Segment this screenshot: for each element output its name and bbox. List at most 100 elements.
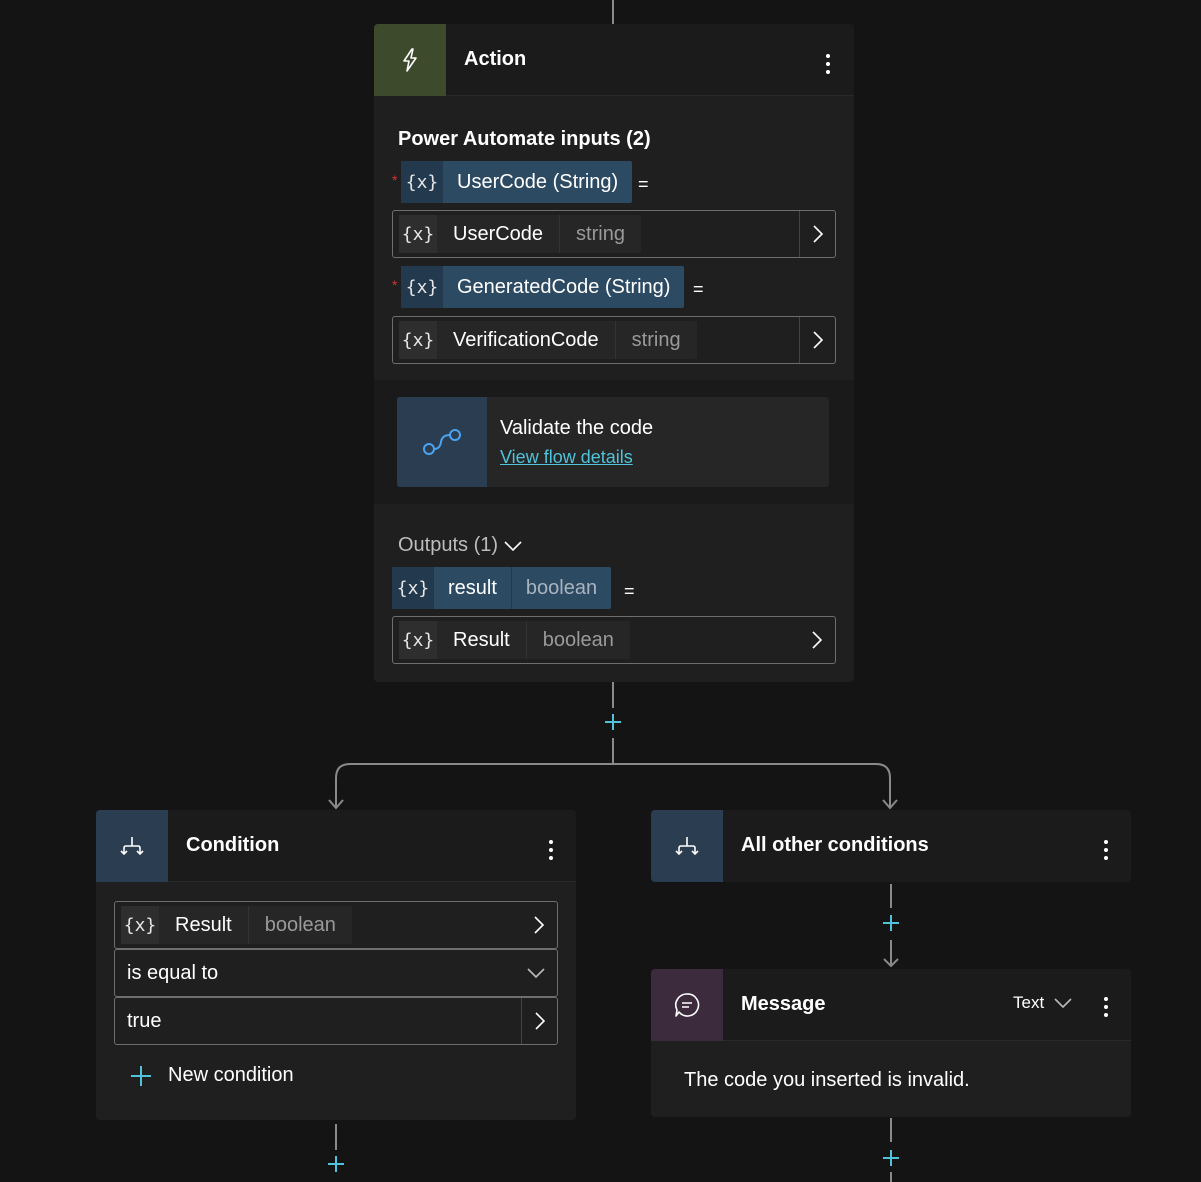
- connector-condition-down: [335, 1124, 337, 1150]
- required-mark: *: [392, 172, 398, 188]
- output-value-field[interactable]: {x} Result boolean: [392, 616, 836, 664]
- branch-icon: [675, 837, 699, 856]
- branch-icon-tile: [651, 810, 723, 882]
- output-var-type: boolean: [510, 567, 611, 609]
- condition-title: Condition: [186, 834, 280, 856]
- more-vertical-icon: [1104, 840, 1108, 860]
- chat-bubble-icon: [675, 993, 700, 1017]
- connector-message-tail: [890, 1172, 892, 1182]
- variable-name: Result: [453, 628, 510, 651]
- required-mark: *: [392, 277, 398, 293]
- message-body[interactable]: The code you inserted is invalid.: [684, 1069, 970, 1092]
- equals-sign: =: [638, 174, 649, 194]
- variable-pill[interactable]: {x} UserCode string: [399, 215, 641, 253]
- variable-icon: {x}: [399, 321, 437, 359]
- flow-icon: [423, 429, 461, 455]
- variable-type: string: [559, 215, 641, 253]
- condition-card[interactable]: Condition {x} Result boolean is equal to…: [96, 810, 576, 1120]
- variable-icon: {x}: [399, 215, 437, 253]
- other-conditions-card[interactable]: All other conditions: [651, 810, 1131, 882]
- equals-sign: =: [624, 581, 635, 601]
- branch-connector: [328, 763, 898, 810]
- condition-card-header: Condition: [96, 810, 576, 882]
- plus-icon: [328, 1156, 344, 1172]
- output-var-name: result: [448, 576, 497, 599]
- add-step-button-other[interactable]: [877, 909, 905, 937]
- other-conditions-more-button[interactable]: [1096, 836, 1116, 864]
- message-format-value: Text: [1013, 993, 1045, 1012]
- flow-tile[interactable]: Validate the code View flow details: [397, 397, 829, 487]
- expand-button[interactable]: [799, 617, 835, 663]
- variable-icon: {x}: [401, 266, 443, 308]
- variable-icon: {x}: [121, 906, 159, 944]
- variable-name: VerificationCode: [453, 328, 599, 351]
- expand-button[interactable]: [799, 317, 835, 363]
- condition-more-button[interactable]: [541, 836, 561, 864]
- variable-pill[interactable]: {x} Result boolean: [399, 621, 630, 659]
- variable-type: string: [614, 321, 697, 359]
- action-icon-tile: [374, 24, 446, 96]
- condition-left-operand[interactable]: {x} Result boolean: [114, 901, 558, 949]
- new-condition-button[interactable]: New condition: [130, 1064, 294, 1087]
- action-title: Action: [464, 48, 527, 70]
- chevron-right-icon: [812, 225, 823, 243]
- new-condition-label: New condition: [168, 1064, 294, 1086]
- message-title: Message: [741, 993, 826, 1015]
- other-conditions-header: All other conditions: [651, 810, 1131, 882]
- connector-top: [612, 0, 614, 24]
- outputs-header: Outputs (1): [398, 534, 499, 556]
- variable-pill[interactable]: {x} VerificationCode string: [399, 321, 697, 359]
- inputs-header: Power Automate inputs (2): [398, 128, 651, 150]
- condition-right-operand[interactable]: true: [114, 997, 558, 1045]
- action-card[interactable]: Action Power Automate inputs (2) * {x} U…: [374, 24, 854, 682]
- param-chip-generatedcode: {x} GeneratedCode (String): [401, 266, 685, 308]
- chevron-right-icon: [534, 916, 544, 934]
- add-step-button-message[interactable]: [877, 1144, 905, 1172]
- view-flow-details-link[interactable]: View flow details: [500, 447, 633, 468]
- connector-message-down: [890, 1118, 892, 1142]
- param-label: UserCode (String): [457, 170, 619, 193]
- add-step-button[interactable]: [599, 708, 627, 736]
- operator-select[interactable]: is equal to: [114, 949, 558, 997]
- message-icon-tile: [651, 969, 723, 1041]
- chevron-down-icon: [504, 540, 522, 551]
- variable-name: UserCode: [453, 222, 544, 245]
- add-step-button-condition[interactable]: [322, 1150, 350, 1178]
- action-card-header: Action: [374, 24, 854, 96]
- flow-icon-tile: [397, 397, 487, 487]
- connector-action-down: [612, 682, 614, 708]
- plus-icon: [883, 915, 899, 931]
- message-more-button[interactable]: [1096, 993, 1116, 1021]
- message-card-header: Message Text: [651, 969, 1131, 1041]
- connector-arrow-down: [883, 940, 899, 968]
- chevron-right-icon: [812, 631, 822, 649]
- chevron-down-icon: [527, 968, 545, 978]
- branch-icon: [120, 837, 144, 856]
- output-chip-result: {x} result boolean: [392, 567, 612, 609]
- chevron-right-icon: [534, 1012, 545, 1030]
- plus-icon: [883, 1150, 899, 1166]
- variable-pill[interactable]: {x} Result boolean: [121, 906, 352, 944]
- message-format-dropdown[interactable]: Text: [1013, 993, 1072, 1013]
- right-value: true: [127, 1010, 162, 1032]
- more-vertical-icon: [1104, 997, 1108, 1017]
- input-value-field-usercode[interactable]: {x} UserCode string: [392, 210, 836, 258]
- variable-icon: {x}: [399, 621, 437, 659]
- variable-name: Result: [175, 913, 232, 936]
- more-vertical-icon: [826, 54, 830, 74]
- expand-button[interactable]: [521, 902, 557, 948]
- outputs-toggle[interactable]: Outputs (1): [398, 534, 522, 557]
- flow-name: Validate the code: [500, 417, 654, 439]
- plus-icon: [131, 1065, 151, 1086]
- variable-type: boolean: [525, 621, 630, 659]
- variable-icon: {x}: [392, 567, 434, 609]
- action-more-button[interactable]: [818, 50, 838, 78]
- operator-value: is equal to: [127, 962, 219, 984]
- param-label: GeneratedCode (String): [457, 275, 671, 298]
- expand-button[interactable]: [799, 211, 835, 257]
- expand-button[interactable]: [521, 998, 557, 1044]
- input-value-field-generatedcode[interactable]: {x} VerificationCode string: [392, 316, 836, 364]
- equals-sign: =: [693, 279, 704, 299]
- message-card[interactable]: Message Text The code you inserted is in…: [651, 969, 1131, 1117]
- other-conditions-title: All other conditions: [741, 834, 929, 856]
